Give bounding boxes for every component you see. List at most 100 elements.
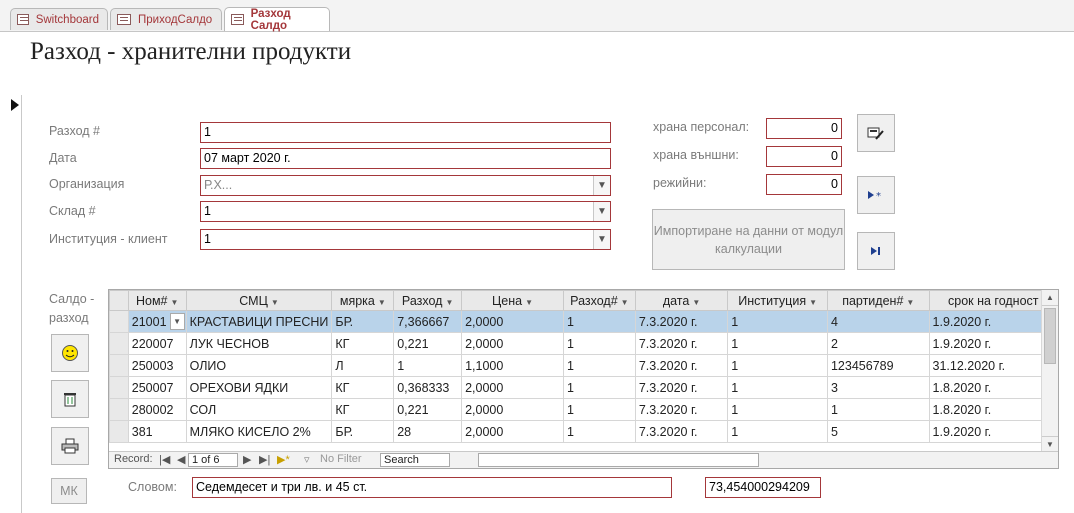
table-cell[interactable]: 1,1000 [461, 354, 564, 377]
table-cell[interactable]: 4 [826, 310, 930, 333]
table-cell[interactable]: 1 [727, 354, 828, 377]
last-record-nav-icon[interactable]: ▶| [259, 453, 270, 466]
date-field[interactable]: 07 март 2020 г. [200, 148, 611, 169]
table-row[interactable]: 220007 ЛУК ЧЕСНОВ КГ 0,221 2,0000 1 7.3.2020 г… [109, 332, 1058, 355]
table-cell[interactable]: 1 [562, 310, 636, 333]
table-row[interactable]: 280002 СОЛ КГ 0,221 2,0000 1 7.3.2020 г. 1 1 1.8.… [109, 398, 1058, 421]
table-cell[interactable]: 220007 [127, 332, 187, 355]
chevron-down-icon[interactable]: ▼ [593, 176, 610, 195]
table-cell[interactable]: БР. [331, 310, 395, 333]
scroll-down-icon[interactable]: ▼ [1042, 436, 1058, 452]
print-button[interactable] [51, 427, 89, 465]
food-personnel-field[interactable]: 0 [766, 118, 842, 139]
table-cell[interactable]: 1 [562, 376, 636, 399]
table-cell[interactable]: 1.8.2020 г. [928, 398, 1058, 421]
new-record-button[interactable]: * [857, 176, 895, 214]
table-cell[interactable]: 2,0000 [461, 332, 564, 355]
table-cell[interactable]: 21001 ▼ [127, 310, 187, 333]
row-selector[interactable] [109, 310, 129, 333]
delete-button[interactable] [51, 380, 89, 418]
new-record-nav-icon[interactable]: ▶* [277, 453, 290, 466]
table-cell[interactable]: 31.12.2020 г. [928, 354, 1058, 377]
table-cell[interactable]: 7.3.2020 г. [634, 376, 729, 399]
table-cell[interactable]: Л [331, 354, 395, 377]
table-cell[interactable]: 7.3.2020 г. [634, 354, 729, 377]
search-input[interactable]: Search [380, 453, 450, 467]
row-selector[interactable] [109, 354, 129, 377]
column-header[interactable]: мярка ▼ [331, 290, 395, 311]
table-cell[interactable]: 7.3.2020 г. [634, 332, 729, 355]
row-selector[interactable] [109, 332, 129, 355]
tab-prihod-saldo[interactable]: ПриходСалдо [110, 8, 222, 30]
record-selector-arrow-icon[interactable] [9, 97, 21, 113]
table-cell[interactable]: 7.3.2020 г. [634, 398, 729, 421]
table-cell[interactable]: 1 [393, 354, 463, 377]
table-cell[interactable]: 7.3.2020 г. [634, 420, 729, 443]
table-cell[interactable]: 1 [727, 420, 828, 443]
amount-in-words-field[interactable]: Седемдесет и три лв. и 45 ст. [192, 477, 672, 498]
table-row[interactable]: 21001 ▼ КРАСТАВИЦИ ПРЕСНИ БР. 7,366667 2,0000… [109, 310, 1058, 333]
total-amount-field[interactable]: 73,454000294209 [705, 477, 821, 498]
column-header[interactable]: Институция ▼ [727, 290, 828, 311]
table-row[interactable]: 381 МЛЯКО КИСЕЛО 2% БР. 28 2,0000 1 7.3.2020 г… [109, 420, 1058, 443]
food-external-field[interactable]: 0 [766, 146, 842, 167]
table-cell[interactable]: МЛЯКО КИСЕЛО 2% [185, 420, 333, 443]
smiley-button[interactable] [51, 334, 89, 372]
razhod-number-field[interactable]: 1 [200, 122, 611, 143]
table-cell[interactable]: 123456789 [826, 354, 930, 377]
first-record-icon[interactable]: |◀ [159, 453, 170, 466]
table-row[interactable]: 250003 ОЛИО Л 1 1,1000 1 7.3.2020 г. 1 123456789… [109, 354, 1058, 377]
chevron-down-icon[interactable]: ▼ [593, 230, 610, 249]
table-cell[interactable]: 1.9.2020 г. [928, 420, 1058, 443]
table-cell[interactable]: 280002 [127, 398, 187, 421]
table-row[interactable]: 250007 ОРЕХОВИ ЯДКИ КГ 0,368333 2,0000 1 7.3.2… [109, 376, 1058, 399]
filter-icon[interactable]: ▿ [304, 453, 310, 466]
row-selector[interactable] [109, 398, 129, 421]
sklad-combo[interactable]: 1 ▼ [200, 201, 611, 222]
table-cell[interactable]: 1 [562, 354, 636, 377]
table-cell[interactable]: 250003 [127, 354, 187, 377]
no-filter-label[interactable]: No Filter [320, 453, 362, 465]
table-cell[interactable]: 0,368333 [393, 376, 463, 399]
column-header[interactable]: Ном# ▼ [127, 290, 187, 311]
table-cell[interactable]: 1 [562, 420, 636, 443]
table-cell[interactable]: 2 [826, 332, 930, 355]
table-cell[interactable]: 1 [727, 332, 828, 355]
chevron-down-icon[interactable]: ▼ [169, 313, 185, 330]
tab-razhod-saldo[interactable]: Разход Салдо [224, 7, 330, 32]
table-cell[interactable]: 2,0000 [461, 398, 564, 421]
table-cell[interactable]: 1.8.2020 г. [928, 376, 1058, 399]
column-header[interactable]: дата ▼ [634, 290, 729, 311]
table-cell[interactable]: 1 [562, 398, 636, 421]
next-record-icon[interactable]: ▶ [243, 453, 251, 466]
table-cell[interactable]: 28 [393, 420, 463, 443]
import-data-button[interactable]: Импортиране на данни от модул калкулации [652, 209, 845, 270]
table-cell[interactable]: 250007 [127, 376, 187, 399]
select-all-corner[interactable] [109, 290, 129, 311]
table-cell[interactable]: 7,366667 [393, 310, 463, 333]
column-header[interactable]: Разход ▼ [393, 290, 463, 311]
mk-button[interactable]: МК [51, 478, 87, 504]
tab-switchboard[interactable]: Switchboard [10, 8, 108, 30]
overhead-field[interactable]: 0 [766, 174, 842, 195]
row-selector[interactable] [109, 376, 129, 399]
table-cell[interactable]: 1.9.2020 г. [928, 332, 1058, 355]
scroll-thumb[interactable] [1044, 308, 1056, 364]
table-cell[interactable]: 5 [826, 420, 930, 443]
institution-combo[interactable]: 1 ▼ [200, 229, 611, 250]
table-cell[interactable]: 1 [727, 310, 828, 333]
last-record-button[interactable] [857, 232, 895, 270]
scroll-up-icon[interactable]: ▲ [1042, 290, 1058, 306]
table-cell[interactable]: 7.3.2020 г. [634, 310, 729, 333]
table-cell[interactable]: 2,0000 [461, 310, 564, 333]
row-selector[interactable] [109, 420, 129, 443]
column-header[interactable]: срок на годност [928, 290, 1058, 311]
table-cell[interactable]: 0,221 [393, 332, 463, 355]
table-cell[interactable]: КРАСТАВИЦИ ПРЕСНИ [185, 310, 333, 333]
table-cell[interactable]: СОЛ [185, 398, 333, 421]
organization-combo[interactable]: Р.Х... ▼ [200, 175, 611, 196]
table-cell[interactable]: ОЛИО [185, 354, 333, 377]
table-cell[interactable]: 2,0000 [461, 420, 564, 443]
record-position-field[interactable]: 1 of 6 [188, 453, 238, 467]
prev-record-icon[interactable]: ◀ [177, 453, 185, 466]
